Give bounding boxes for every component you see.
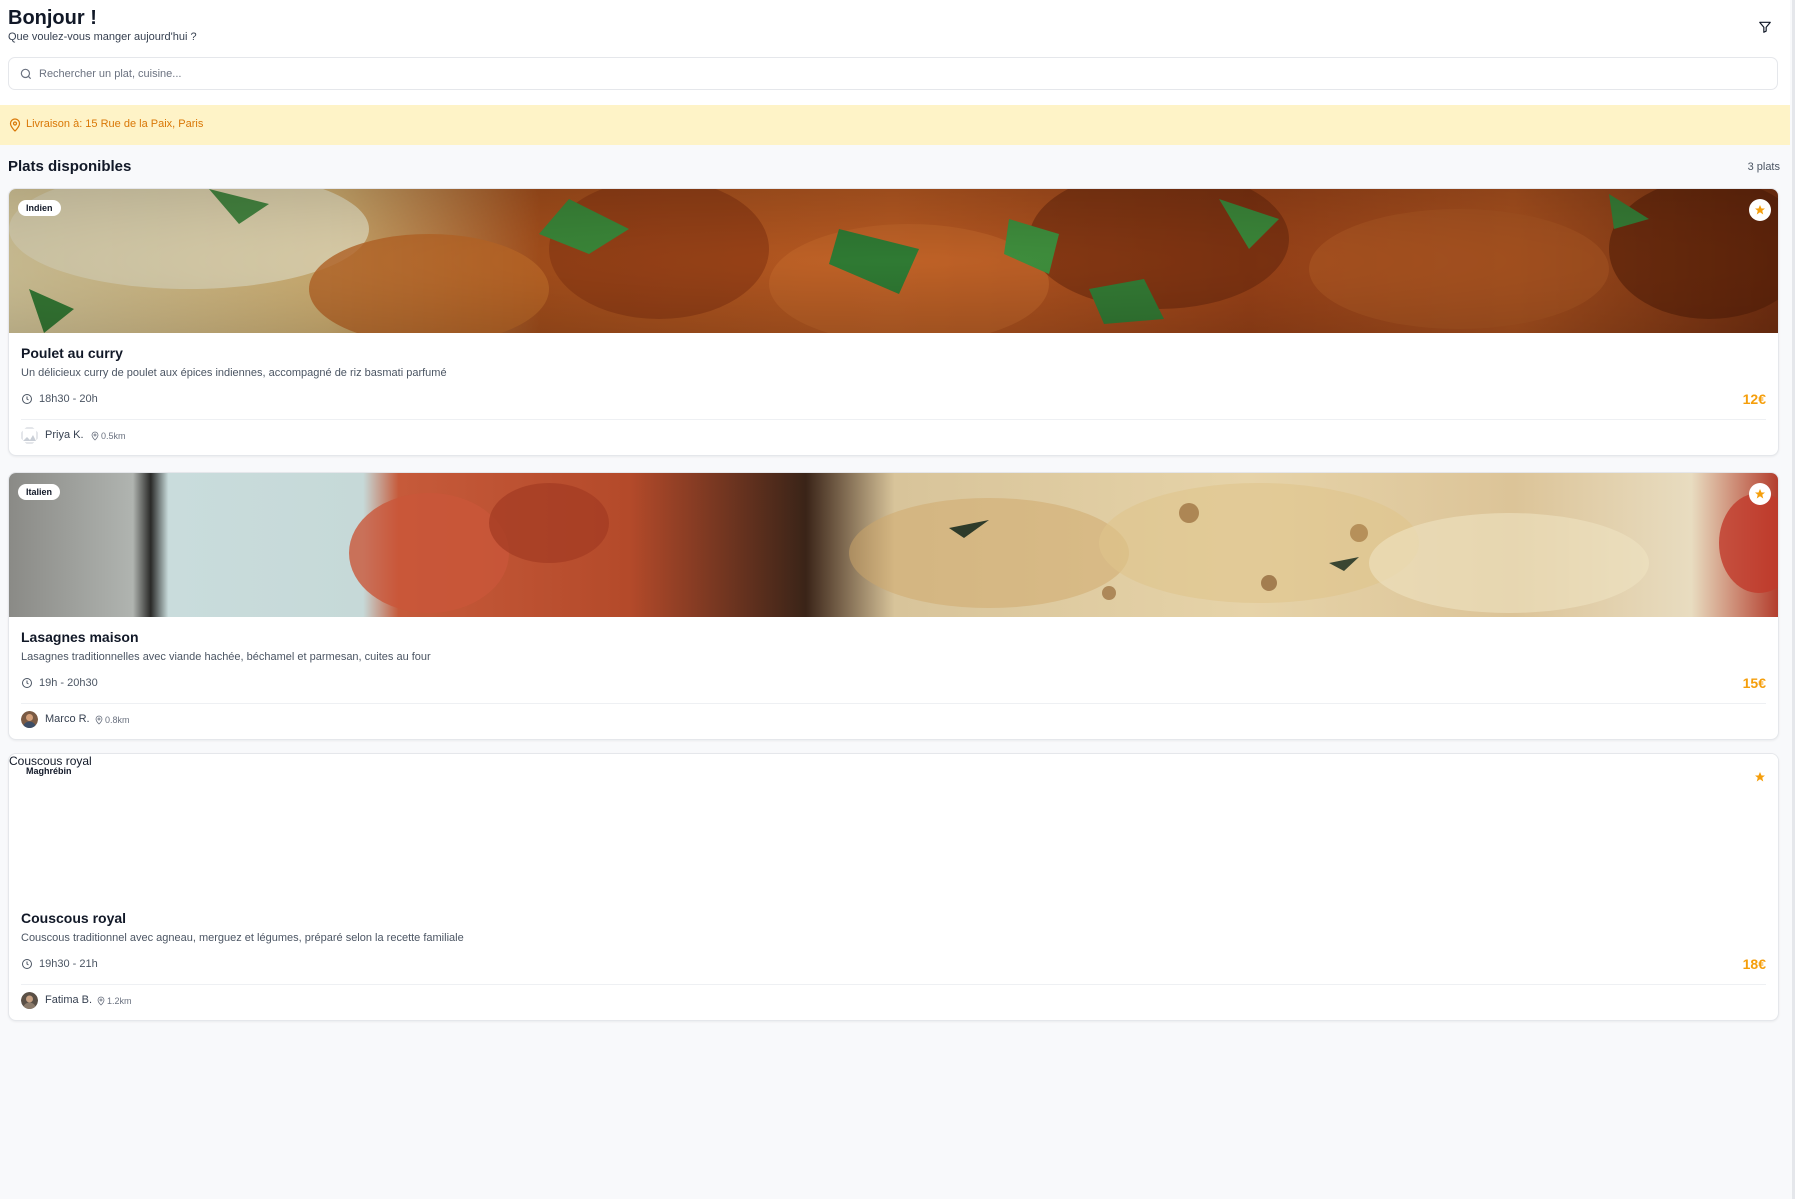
cook-distance: 1.2km [107, 996, 132, 1006]
search-bar[interactable] [8, 57, 1778, 90]
cuisine-tag: Indien [18, 200, 61, 216]
favorite-button[interactable] [1750, 767, 1770, 787]
filter-icon [1759, 21, 1771, 33]
pickup-time: 19h - 20h30 [39, 677, 98, 689]
cook-avatar [21, 711, 38, 728]
dish-title[interactable]: Couscous royal [21, 910, 126, 926]
dish-card[interactable]: Couscous royal Maghrébin Couscous royal … [8, 753, 1779, 1021]
clock-icon [22, 678, 32, 688]
dish-description: Lasagnes traditionnelles avec viande hac… [21, 651, 431, 663]
distance-pin-icon [91, 431, 99, 441]
dish-title[interactable]: Poulet au curry [21, 345, 123, 361]
filter-button[interactable] [1754, 16, 1776, 38]
dish-price: 15€ [1742, 675, 1766, 691]
dish-title[interactable]: Lasagnes maison [21, 629, 139, 645]
card-divider [21, 984, 1766, 985]
cook-distance: 0.5km [101, 431, 126, 441]
clock-icon [22, 959, 32, 969]
dish-price: 12€ [1742, 391, 1766, 407]
cook-name: Marco R. [45, 713, 90, 725]
dish-description: Un délicieux curry de poulet aux épices … [21, 367, 447, 379]
dish-card[interactable]: Italien Lasagnes maison Lasagnes traditi… [8, 472, 1779, 740]
dish-price: 18€ [1742, 956, 1766, 972]
card-divider [21, 703, 1766, 704]
dish-count: 3 plats [1747, 161, 1780, 173]
card-divider [21, 419, 1766, 420]
cuisine-tag: Italien [18, 484, 61, 500]
delivery-address: Livraison à: 15 Rue de la Paix, Paris [26, 118, 204, 130]
search-input[interactable] [39, 58, 1759, 89]
dish-image: Italien [9, 473, 1778, 617]
cook-avatar [21, 427, 38, 444]
star-icon [1755, 772, 1765, 782]
search-icon [20, 68, 32, 80]
section-title: Plats disponibles [8, 158, 132, 175]
cook-name: Priya K. [45, 429, 84, 441]
pickup-time: 19h30 - 21h [39, 958, 98, 970]
star-icon [1755, 489, 1765, 499]
cook-avatar [21, 992, 38, 1009]
cuisine-tag: Maghrébin [26, 766, 72, 776]
cook-name: Fatima B. [45, 994, 93, 1006]
dish-image: Couscous royal Maghrébin [9, 754, 1778, 898]
location-pin-icon [9, 118, 21, 132]
star-icon [1755, 205, 1765, 215]
distance-pin-icon [97, 996, 105, 1006]
cook-distance: 0.8km [105, 715, 130, 725]
distance-pin-icon [95, 715, 103, 725]
dish-description: Couscous traditionnel avec agneau, mergu… [21, 932, 464, 944]
clock-icon [22, 394, 32, 404]
app-header: Bonjour ! Que voulez-vous manger aujourd… [0, 0, 1790, 105]
dish-card[interactable]: Indien Poulet au curry Un délicieux curr… [8, 188, 1779, 456]
greeting-subtitle: Que voulez-vous manger aujourd'hui ? [8, 31, 197, 43]
delivery-banner[interactable]: Livraison à: 15 Rue de la Paix, Paris [0, 105, 1790, 145]
favorite-button[interactable] [1749, 199, 1771, 221]
greeting-title: Bonjour ! [8, 7, 97, 29]
favorite-button[interactable] [1749, 483, 1771, 505]
pickup-time: 18h30 - 20h [39, 393, 98, 405]
dish-image: Indien [9, 189, 1778, 333]
